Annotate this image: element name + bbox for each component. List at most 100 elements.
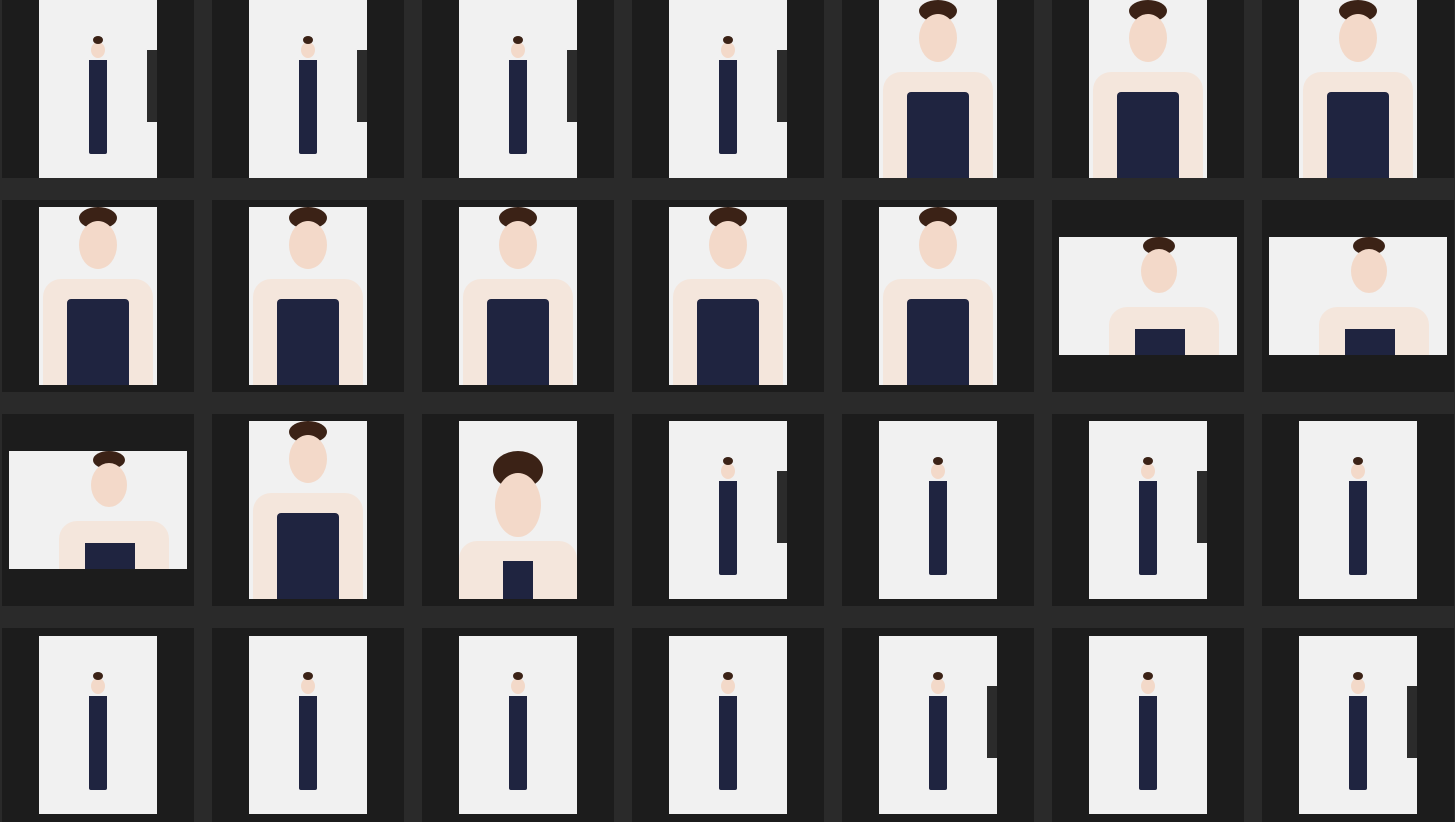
photo-cell[interactable] — [842, 200, 1034, 392]
photo-cell[interactable] — [842, 414, 1034, 606]
photo-thumbnail[interactable] — [459, 0, 577, 178]
head — [289, 435, 327, 483]
photo-grid — [0, 0, 1455, 822]
outfit-top — [719, 60, 737, 90]
outfit-legs — [719, 88, 737, 154]
photo-thumbnail[interactable] — [249, 0, 367, 178]
outfit-top — [1349, 481, 1367, 511]
photo-thumbnail[interactable] — [1059, 237, 1237, 355]
photo-cell[interactable] — [1052, 414, 1244, 606]
hair — [93, 672, 103, 680]
photo-cell[interactable] — [2, 628, 194, 822]
photo-cell[interactable] — [842, 0, 1034, 178]
outfit-legs — [719, 509, 737, 575]
outfit-top — [929, 696, 947, 726]
photo-cell[interactable] — [842, 628, 1034, 822]
hair — [1143, 672, 1153, 680]
outfit-legs — [1139, 509, 1157, 575]
photo-cell[interactable] — [1052, 0, 1244, 178]
background-person — [777, 471, 787, 543]
outfit-top — [907, 299, 969, 385]
photo-thumbnail[interactable] — [879, 421, 997, 599]
photo-cell[interactable] — [2, 0, 194, 178]
photo-thumbnail[interactable] — [459, 636, 577, 814]
photo-cell[interactable] — [1262, 414, 1454, 606]
photo-thumbnail[interactable] — [39, 207, 157, 385]
photo-thumbnail[interactable] — [249, 207, 367, 385]
photo-cell[interactable] — [422, 414, 614, 606]
outfit-top — [509, 696, 527, 726]
outfit-top — [487, 299, 549, 385]
outfit-top — [89, 60, 107, 90]
photo-cell[interactable] — [1052, 628, 1244, 822]
hair — [933, 457, 943, 465]
photo-thumbnail[interactable] — [1089, 0, 1207, 178]
photo-thumbnail[interactable] — [1299, 636, 1417, 814]
photo-cell[interactable] — [632, 414, 824, 606]
head — [91, 678, 105, 694]
head — [301, 42, 315, 58]
photo-thumbnail[interactable] — [9, 451, 187, 569]
photo-thumbnail[interactable] — [669, 421, 787, 599]
outfit-legs — [929, 724, 947, 790]
outfit-top — [509, 60, 527, 90]
hair — [723, 36, 733, 44]
photo-cell[interactable] — [632, 200, 824, 392]
photo-thumbnail[interactable] — [669, 636, 787, 814]
photo-cell[interactable] — [422, 200, 614, 392]
photo-cell[interactable] — [422, 0, 614, 178]
photo-thumbnail[interactable] — [459, 207, 577, 385]
photo-thumbnail[interactable] — [249, 636, 367, 814]
outfit-legs — [509, 88, 527, 154]
head — [511, 678, 525, 694]
outfit-legs — [719, 724, 737, 790]
head — [1351, 678, 1365, 694]
photo-cell[interactable] — [212, 414, 404, 606]
photo-cell[interactable] — [212, 628, 404, 822]
photo-thumbnail[interactable] — [39, 0, 157, 178]
background-person — [987, 686, 997, 758]
hair — [513, 672, 523, 680]
photo-thumbnail[interactable] — [1269, 237, 1447, 355]
outfit-top — [1345, 329, 1395, 355]
head — [721, 463, 735, 479]
outfit-top — [503, 561, 533, 599]
head — [301, 678, 315, 694]
background-person — [777, 50, 787, 122]
photo-cell[interactable] — [1052, 200, 1244, 392]
photo-thumbnail[interactable] — [1299, 0, 1417, 178]
photo-thumbnail[interactable] — [669, 0, 787, 178]
photo-cell[interactable] — [212, 200, 404, 392]
outfit-legs — [509, 724, 527, 790]
photo-thumbnail[interactable] — [39, 636, 157, 814]
photo-thumbnail[interactable] — [669, 207, 787, 385]
photo-thumbnail[interactable] — [1089, 636, 1207, 814]
hair — [933, 672, 943, 680]
photo-cell[interactable] — [422, 628, 614, 822]
hair — [93, 36, 103, 44]
photo-cell[interactable] — [1262, 628, 1454, 822]
photo-cell[interactable] — [1262, 200, 1454, 392]
photo-thumbnail[interactable] — [879, 0, 997, 178]
outfit-top — [1135, 329, 1185, 355]
photo-thumbnail[interactable] — [1299, 421, 1417, 599]
photo-thumbnail[interactable] — [879, 207, 997, 385]
photo-cell[interactable] — [632, 628, 824, 822]
hair — [1353, 672, 1363, 680]
photo-thumbnail[interactable] — [879, 636, 997, 814]
outfit-legs — [1349, 509, 1367, 575]
hair — [303, 36, 313, 44]
photo-thumbnail[interactable] — [459, 421, 577, 599]
photo-thumbnail[interactable] — [1089, 421, 1207, 599]
outfit-top — [1139, 696, 1157, 726]
hair — [1353, 457, 1363, 465]
head — [499, 221, 537, 269]
photo-cell[interactable] — [1262, 0, 1454, 178]
photo-cell[interactable] — [2, 200, 194, 392]
photo-cell[interactable] — [2, 414, 194, 606]
head — [511, 42, 525, 58]
outfit-top — [1117, 92, 1179, 178]
photo-thumbnail[interactable] — [249, 421, 367, 599]
photo-cell[interactable] — [632, 0, 824, 178]
photo-cell[interactable] — [212, 0, 404, 178]
